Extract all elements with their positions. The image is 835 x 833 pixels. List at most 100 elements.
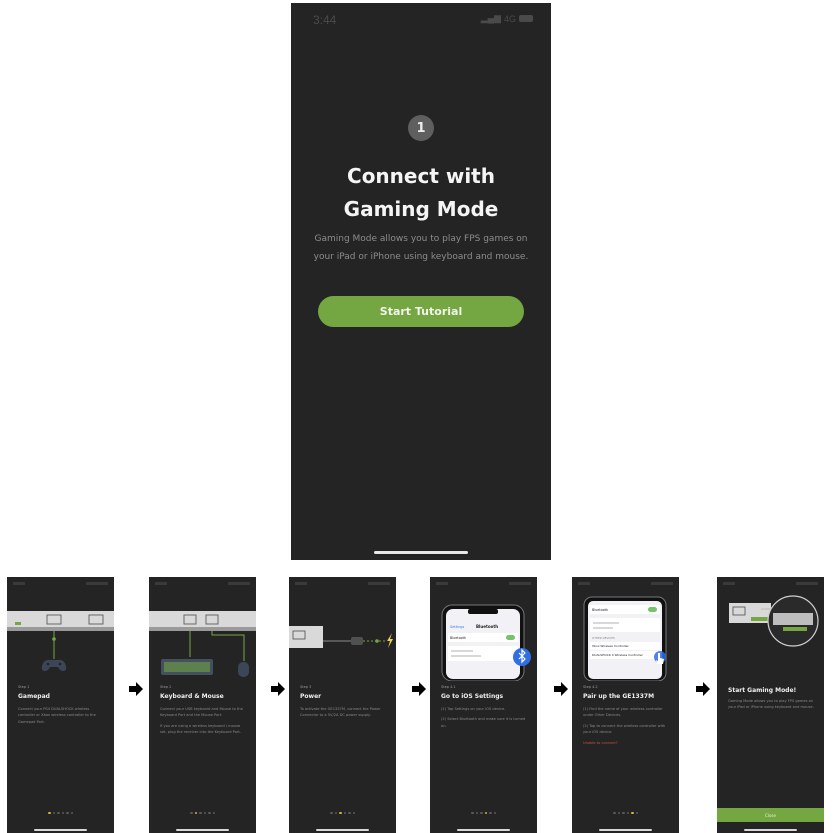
power-illustration [289, 626, 393, 648]
step-body-text: If you are using a wireless keyboard / m… [160, 723, 241, 735]
ios-settings-illustration: Settings Bluetooth Bluetooth [441, 604, 531, 681]
page-dot [343, 811, 346, 814]
settings-header: Bluetooth [476, 624, 498, 629]
page-indicator [430, 811, 537, 814]
page-dot [70, 811, 73, 814]
step-body: Connect your PS4 DUALSHOCK wireless cont… [18, 706, 105, 729]
desc-line-1: Gaming Mode allows you to play FPS games… [314, 234, 528, 244]
pair-bluetooth-label: Bluetooth [592, 608, 608, 612]
page-dot [484, 811, 487, 814]
arrow-right-icon [554, 682, 568, 696]
page-indicator [289, 811, 396, 814]
step-number-badge: 1 [408, 115, 434, 141]
step-label: Step 1 [18, 685, 30, 689]
status-indicators: ▂▄▆ 4G [481, 13, 533, 24]
home-indicator [316, 829, 369, 831]
page-title: Connect with Gaming Mode [291, 160, 551, 226]
page-dot [626, 811, 629, 814]
step-screen-ios-settings: Settings Bluetooth Bluetooth Step 4.1 Go… [430, 577, 537, 833]
home-indicator [34, 829, 87, 831]
title-line-2: Gaming Mode [343, 197, 499, 221]
page-dot [334, 811, 337, 814]
step-title: Gamepad [18, 693, 50, 700]
page-description: Gaming Mode allows you to play FPS games… [311, 230, 531, 266]
page-indicator [7, 811, 114, 814]
home-indicator [744, 829, 797, 831]
mini-status-bar [578, 581, 673, 589]
step-body-text: Gaming Mode allows you to play FPS games… [728, 699, 814, 710]
title-line-1: Connect with [347, 164, 495, 188]
mouse-icon [238, 662, 249, 677]
network-label: 4G [503, 13, 516, 24]
status-bar: 3:44 ▂▄▆ 4G [291, 3, 551, 33]
keyboard-mouse-port-illustration [149, 611, 256, 677]
mini-status-bar [436, 581, 531, 589]
step-body: (1) Tap Settings on your iOS device. (2)… [441, 706, 528, 733]
page-dot [480, 811, 483, 814]
step-body-text: To activate the GE1337M, connect the Pow… [300, 707, 381, 718]
keyboard-icon [161, 659, 213, 675]
device-row-xbox: Xbox Wireless Controller [592, 644, 629, 648]
other-devices-header: OTHER DEVICES [592, 636, 615, 640]
step-body-text: (1) Find the name of your wireless contr… [583, 707, 663, 718]
start-tutorial-button[interactable]: Start Tutorial [318, 296, 524, 327]
page-dot [57, 811, 60, 814]
page-dot [493, 811, 496, 814]
page-dot [475, 811, 478, 814]
page-dot [352, 811, 355, 814]
gamepad-port-illustration [7, 611, 114, 671]
step-title: Start Gaming Mode! [728, 687, 797, 694]
page-dot [52, 811, 55, 814]
pairing-illustration: Bluetooth OTHER DEVICES Xbox Wireless Co… [583, 596, 667, 681]
page-dot [330, 811, 333, 814]
page-dot [203, 811, 206, 814]
step-title: Keyboard & Mouse [160, 693, 224, 700]
page-dot [339, 811, 342, 814]
page-dot [66, 811, 69, 814]
step-body-text: (2) Tap to connect the wireless controll… [583, 723, 666, 735]
page-dot [471, 811, 474, 814]
signal-icon: ▂▄▆ [480, 13, 501, 23]
battery-icon [519, 15, 533, 22]
page-dot [348, 811, 351, 814]
step-body: To activate the GE1337M, connect the Pow… [300, 706, 387, 723]
arrow-right-icon [412, 682, 426, 696]
close-button[interactable]: Close [717, 808, 824, 822]
step-screen-gamepad: Step 1 Gamepad Connect your PS4 DUALSHOC… [7, 577, 114, 833]
step-label: Step 2 [160, 685, 172, 689]
step-screen-keyboard-mouse: Step 2 Keyboard & Mouse Connect your USB… [149, 577, 256, 833]
main-phone-screen: 3:44 ▂▄▆ 4G 1 Connect with Gaming Mode G… [291, 3, 551, 560]
power-plug-icon [351, 637, 363, 645]
page-dot [631, 811, 634, 814]
unable-to-connect-link[interactable]: Unable to connect? [583, 740, 670, 746]
page-dot [48, 811, 51, 814]
home-indicator [599, 829, 652, 831]
step-body: Connect your USB keyboard and Mouse to t… [160, 706, 247, 740]
step-title: Power [300, 693, 322, 700]
step-label: Step 4.1 [441, 685, 456, 689]
arrow-right-icon [696, 682, 710, 696]
page-dot [489, 811, 492, 814]
mini-status-bar [723, 581, 818, 589]
page-dot [613, 811, 616, 814]
page-dot [212, 811, 215, 814]
step-body-text: Connect your USB keyboard and Mouse to t… [160, 707, 243, 718]
status-time: 3:44 [313, 13, 337, 27]
gamepad-icon [41, 659, 67, 671]
step-screen-power: Step 3 Power To activate the GE1337M, co… [289, 577, 396, 833]
step-body-text: (1) Tap Settings on your iOS device. [441, 707, 506, 711]
home-indicator [176, 829, 229, 831]
page-dot [199, 811, 202, 814]
page-dot [208, 811, 211, 814]
step-body-text: Connect your PS4 DUALSHOCK wireless cont… [18, 707, 96, 724]
home-indicator[interactable] [374, 551, 468, 554]
lightning-icon [387, 633, 393, 648]
step-label: Step 3 [300, 685, 312, 689]
home-indicator [457, 829, 510, 831]
mini-status-bar [155, 581, 250, 589]
page-dot [622, 811, 625, 814]
page-indicator [149, 811, 256, 814]
settings-back-link: Settings [450, 625, 465, 629]
step-label: Step 4.2 [583, 685, 598, 689]
page-dot [617, 811, 620, 814]
